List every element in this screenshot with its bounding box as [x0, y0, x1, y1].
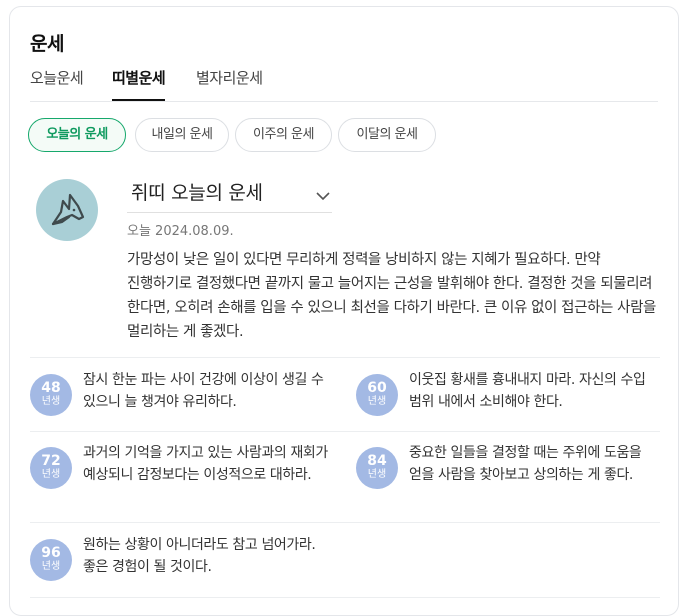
- chip-this-month[interactable]: 이달의 운세: [338, 118, 436, 152]
- year-fortune-text: 이웃집 황새를 흉내내지 마라. 자신의 수입 범위 내에서 소비해야 한다.: [409, 372, 646, 410]
- chevron-down-icon: [316, 186, 330, 205]
- divider: [30, 431, 660, 432]
- rat-icon: [36, 179, 98, 241]
- fortune-text: 가망성이 낮은 일이 있다면 무리하게 정력을 낭비하지 않는 지혜가 필요하다…: [127, 252, 656, 340]
- year-fortune-text: 중요한 일들을 결정할 때는 주위에 도움을 얻을 사람을 찾아보고 상의하는 …: [409, 445, 642, 483]
- chip-this-week[interactable]: 이주의 운세: [235, 118, 332, 152]
- tab-constellation-fortune[interactable]: 별자리운세: [196, 67, 263, 96]
- year-badge: 48 년생: [30, 374, 72, 416]
- year-fortune-text: 잠시 한눈 파는 사이 건강에 이상이 생길 수 있으니 늘 챙겨야 유리하다.: [83, 372, 324, 410]
- chip-tomorrow[interactable]: 내일의 운세: [135, 118, 229, 152]
- year-fortune-text: 과거의 기억을 가지고 있는 사람과의 재회가 예상되니 감정보다는 이성적으로…: [83, 445, 328, 483]
- tab-zodiac-animal-fortune[interactable]: 띠별운세: [112, 67, 166, 101]
- divider: [30, 357, 660, 358]
- tab-today-fortune[interactable]: 오늘운세: [30, 67, 84, 96]
- year-badge: 96 년생: [30, 539, 72, 581]
- fortune-date: 오늘 2024.08.09.: [127, 224, 234, 239]
- fortune-tabs: 오늘운세 띠별운세 별자리운세: [30, 67, 658, 102]
- fortune-card: 운세 오늘운세 띠별운세 별자리운세 오늘의 운세 내일의 운세 이주의 운세 …: [9, 6, 679, 616]
- year-badge: 72 년생: [30, 447, 72, 489]
- year-fortune-text: 원하는 상황이 아니더라도 참고 넘어가라. 좋은 경험이 될 것이다.: [83, 537, 316, 575]
- zodiac-dropdown[interactable]: 쥐띠 오늘의 운세: [127, 178, 332, 213]
- chip-today[interactable]: 오늘의 운세: [28, 118, 126, 152]
- divider: [30, 522, 660, 523]
- zodiac-title: 쥐띠 오늘의 운세: [131, 182, 263, 204]
- divider: [30, 597, 660, 598]
- card-title: 운세: [30, 33, 64, 55]
- year-badge: 84 년생: [356, 447, 398, 489]
- year-badge: 60 년생: [356, 374, 398, 416]
